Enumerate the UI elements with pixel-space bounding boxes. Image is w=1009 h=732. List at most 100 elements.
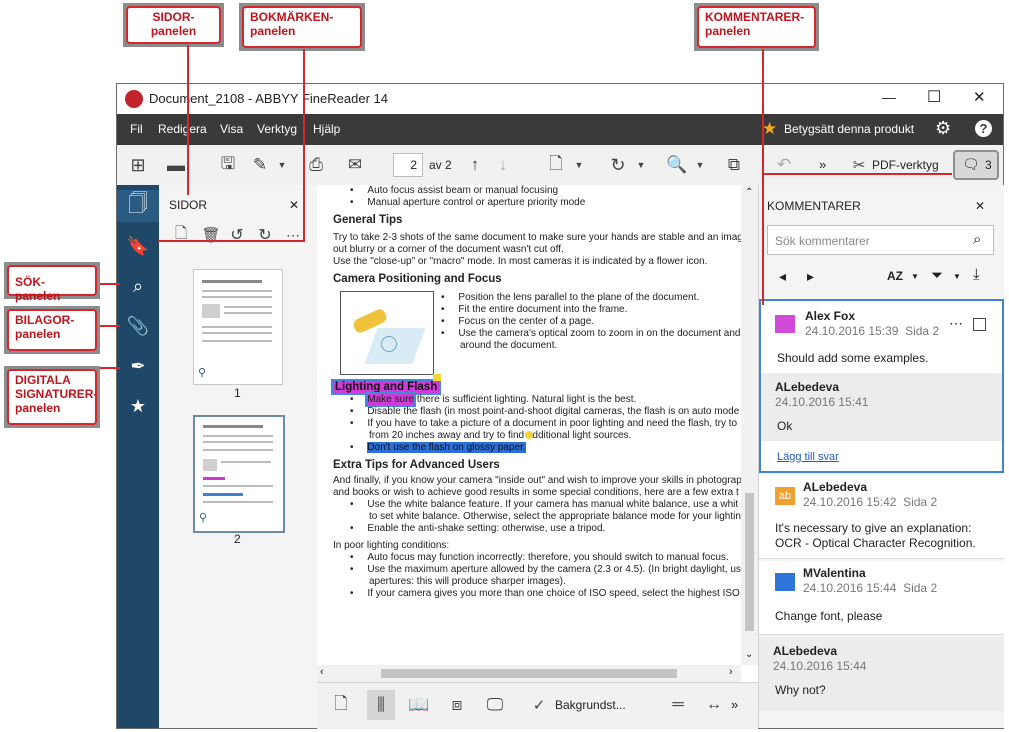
more-icon[interactable]: ⋯: [949, 315, 963, 332]
expand-icon[interactable]: ⤓: [973, 266, 980, 283]
arrow-up-icon[interactable]: ↑: [465, 154, 485, 176]
callout-bilagor-label: BILAGOR- panelen: [7, 309, 97, 351]
add-reply-link[interactable]: Lägg till svar: [777, 451, 839, 463]
comment-search-input[interactable]: Sök kommentarer ⌕: [767, 225, 994, 255]
save-icon[interactable]: 🖫: [217, 154, 239, 176]
add-page-icon[interactable]: 🗋: [171, 225, 191, 245]
extra-bullet-2: • Enable the anti-shake setting: otherwi…: [350, 523, 606, 534]
rate-product-link[interactable]: Betygsätt denna produkt: [784, 122, 914, 136]
menu-fil[interactable]: Fil: [130, 122, 143, 136]
scroll-up-icon[interactable]: ⌃: [745, 187, 753, 198]
close-window-button[interactable]: ✕: [973, 88, 986, 106]
callout-kommentarer: KOMMENTARER- panelen: [694, 3, 819, 51]
presentation-icon[interactable]: 🖵: [483, 693, 507, 717]
bookmark-icon[interactable]: 🔖: [117, 230, 159, 262]
poor-bullet-3: • If your camera gives you more than one…: [350, 588, 740, 599]
hscroll-thumb[interactable]: [381, 669, 677, 678]
more-icon[interactable]: ⋯: [283, 225, 303, 245]
comment-item[interactable]: MValentina 24.10.2016 15:44 Sida 2 Chang…: [759, 561, 1004, 635]
comments-panel-close[interactable]: ✕: [975, 199, 985, 213]
lighting-bullet-4: • Don't use the flash on glossy paper.: [350, 442, 526, 453]
note-icon[interactable]: [433, 374, 441, 381]
chevron-down-icon[interactable]: ▼: [574, 158, 584, 172]
chevron-down-icon[interactable]: ▼: [277, 158, 287, 172]
comment-meta: 24.10.2016 15:39 Sida 2: [805, 324, 940, 338]
menu-hjalp[interactable]: Hjälp: [313, 122, 340, 136]
checkbox[interactable]: [973, 318, 986, 331]
chevron-down-icon[interactable]: ▼: [695, 158, 705, 172]
add-page-icon[interactable]: ⊞: [127, 154, 149, 176]
signature-icon[interactable]: ✒: [117, 350, 159, 382]
folder-icon[interactable]: ▬: [165, 154, 187, 176]
app-window: Document_2108 - ABBYY FineReader 14 — ☐ …: [116, 83, 1004, 729]
page-thumbnail-1[interactable]: ⚲: [193, 269, 283, 385]
star-icon[interactable]: ★: [117, 390, 159, 422]
comment-text: Why not?: [775, 683, 826, 697]
heading-lighting: Lighting and Flash: [331, 379, 442, 395]
two-page-icon[interactable]: 📖: [407, 693, 431, 717]
comment-text: It's necessary to give an explanation: O…: [775, 521, 976, 550]
reply-author: ALebedeva: [775, 380, 840, 394]
search-icon[interactable]: ⌕: [117, 270, 159, 302]
more-tools[interactable]: »: [819, 157, 826, 172]
poor-bullet-2b: apertures: this will produce sharper ima…: [369, 576, 566, 587]
comment-avatar-icon: [775, 573, 795, 591]
menu-redigera[interactable]: Redigera: [158, 122, 207, 136]
scroll-thumb[interactable]: [745, 493, 754, 631]
menu-verktyg[interactable]: Verktyg: [257, 122, 297, 136]
fit-height-icon[interactable]: ═: [667, 693, 689, 717]
page-number-input[interactable]: 2: [393, 153, 423, 177]
print-icon[interactable]: ⎙: [305, 154, 327, 176]
scroll-left-icon[interactable]: ‹: [320, 666, 324, 678]
fit-width-icon[interactable]: ↔: [703, 693, 725, 717]
continuous-scroll-icon[interactable]: ⫼: [367, 690, 395, 720]
page-thumbnail-2[interactable]: ⚲: [193, 415, 285, 533]
pages-panel-close[interactable]: ✕: [289, 198, 299, 212]
comment-item[interactable]: ALebedeva 24.10.2016 15:44 Why not?: [759, 637, 1004, 711]
chevron-down-icon[interactable]: ▼: [911, 272, 919, 281]
pages-panel-title: SIDOR: [169, 198, 208, 212]
single-page-icon[interactable]: 🗋: [329, 693, 353, 717]
attachment-icon[interactable]: 📎: [117, 310, 159, 342]
scroll-right-icon[interactable]: ›: [729, 666, 733, 678]
search-icon[interactable]: ⌕: [973, 231, 981, 248]
help-icon[interactable]: ?: [975, 120, 992, 137]
comment-item[interactable]: ab ALebedeva 24.10.2016 15:42 Sida 2 It'…: [759, 475, 1004, 559]
comment-author: ALebedeva: [773, 644, 838, 658]
comments-toggle-button[interactable]: 🗨 3: [953, 150, 999, 180]
maximize-button[interactable]: ☐: [927, 87, 941, 107]
add-file-icon[interactable]: 🗋: [545, 154, 567, 176]
filter-icon[interactable]: ⏷: [931, 267, 943, 284]
prev-comment-icon[interactable]: ◂: [779, 268, 786, 285]
background-recognition[interactable]: Bakgrundst...: [555, 698, 626, 712]
sort-button[interactable]: AZ: [887, 269, 903, 283]
check-icon[interactable]: ✓: [529, 694, 549, 716]
note-icon[interactable]: [525, 431, 533, 439]
minimize-button[interactable]: —: [882, 89, 896, 105]
horizontal-scrollbar[interactable]: ‹ ›: [317, 665, 741, 682]
menu-visa[interactable]: Visa: [220, 122, 243, 136]
rotate-left-icon[interactable]: ↺: [227, 225, 247, 245]
compare-icon[interactable]: ⧉: [723, 154, 745, 176]
document-view: • Auto focus assist beam or manual focus…: [317, 185, 758, 682]
more-view-options[interactable]: »: [731, 697, 738, 712]
pages-panel-icon[interactable]: 🗍: [117, 190, 159, 222]
two-page-scroll-icon[interactable]: ⧈: [445, 693, 469, 717]
comment-thread-selected[interactable]: Alex Fox 24.10.2016 15:39 Sida 2 ⋯ Shoul…: [759, 299, 1004, 473]
chevron-down-icon[interactable]: ▼: [953, 272, 961, 281]
title-bar: Document_2108 - ABBYY FineReader 14 — ☐ …: [117, 84, 1003, 114]
trash-icon[interactable]: 🗑: [201, 225, 221, 245]
mail-icon[interactable]: ✉: [344, 154, 366, 176]
pdf-tools-button[interactable]: PDF-verktyg: [872, 158, 939, 172]
scroll-down-icon[interactable]: ⌄: [745, 649, 753, 660]
rotate-icon[interactable]: ↻: [607, 154, 629, 176]
save-as-icon[interactable]: ✎: [249, 154, 271, 176]
vertical-scrollbar[interactable]: ⌃ ⌄: [741, 185, 758, 665]
chevron-down-icon[interactable]: ▼: [636, 158, 646, 172]
callout-bokmarken: BOKMÄRKEN- panelen: [239, 3, 365, 51]
rotate-right-icon[interactable]: ↻: [255, 225, 275, 245]
arrow-down-icon[interactable]: ↓: [493, 154, 513, 176]
zoom-page-icon[interactable]: 🔍: [666, 154, 688, 176]
next-comment-icon[interactable]: ▸: [807, 268, 814, 285]
gear-icon[interactable]: ⚙: [935, 118, 951, 139]
